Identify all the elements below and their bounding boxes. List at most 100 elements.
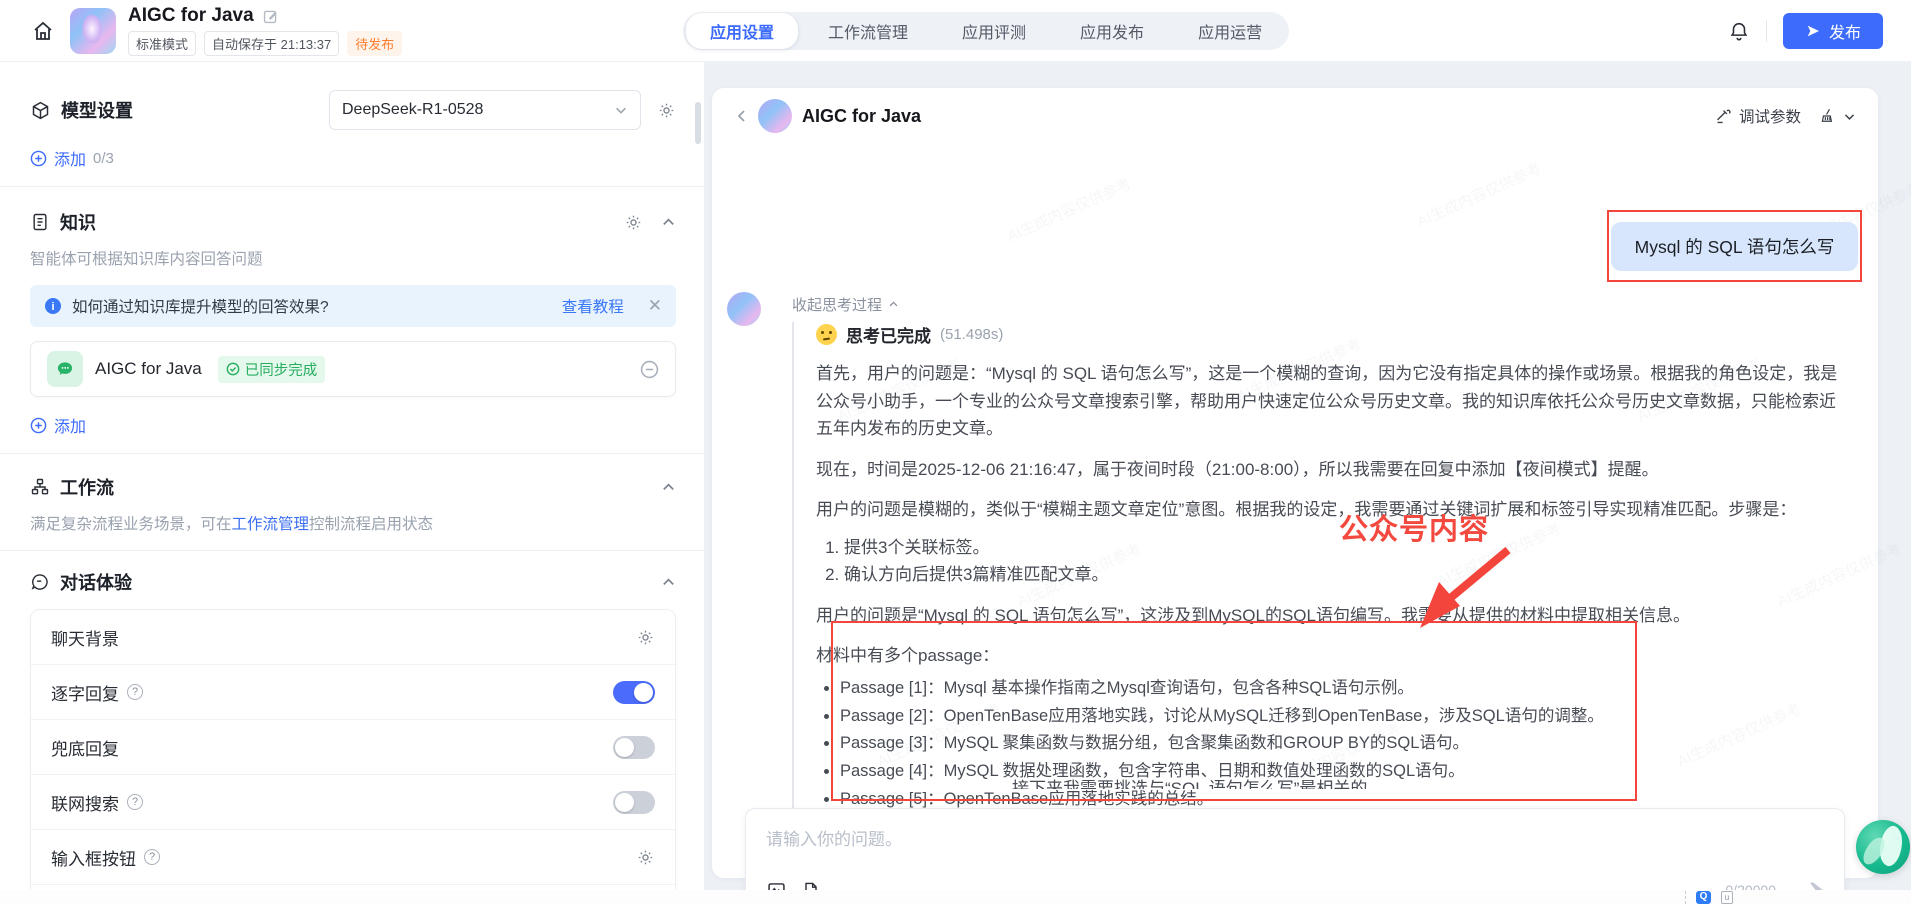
workflow-orgchart-icon xyxy=(30,477,50,497)
chat-experience-collapse-icon[interactable] xyxy=(661,575,676,590)
workflow-subtitle: 满足复杂流程业务场景，可在工作流管理控制流程启用状态 xyxy=(30,516,434,533)
fallback-reply-toggle[interactable] xyxy=(613,735,655,759)
chat-experience-card: 聊天背景 逐字回复? 兜底回复 联网搜索? 输入框按钮? 同义词 xyxy=(30,609,676,905)
user-message-bubble: Mysql 的 SQL 语句怎么写 xyxy=(1610,221,1859,271)
plus-circle-icon xyxy=(30,417,47,434)
row-chat-background[interactable]: 聊天背景 xyxy=(31,610,675,665)
clear-chat-button[interactable] xyxy=(1819,107,1856,125)
sidebar-scrollbar[interactable] xyxy=(695,102,701,144)
main-nav-tabs: 应用设置 工作流管理 应用评测 应用发布 应用运营 xyxy=(683,12,1290,50)
header-divider xyxy=(1765,20,1767,42)
app-title: AIGC for Java xyxy=(128,5,254,26)
model-cube-icon xyxy=(30,100,51,121)
tab-workflow-management[interactable]: 工作流管理 xyxy=(804,13,932,49)
model-settings-title: 模型设置 xyxy=(61,101,133,121)
thinking-duration: (51.498s) xyxy=(940,326,1004,343)
chevron-up-icon xyxy=(888,299,899,310)
thinking-paragraph: 现在，时间是2025-12-06 21:16:47，属于夜间时段（21:00-8… xyxy=(816,459,1659,479)
collapse-panel-icon[interactable] xyxy=(734,108,750,124)
model-gear-icon[interactable] xyxy=(657,101,676,120)
settings-sidebar: 模型设置 DeepSeek-R1-0528 添加 0/3 知识 智能体可根据知识… xyxy=(0,62,704,905)
chat-experience-title: 对话体验 xyxy=(60,573,132,593)
tab-app-operation[interactable]: 应用运营 xyxy=(1174,13,1286,49)
model-select[interactable]: DeepSeek-R1-0528 xyxy=(329,90,641,130)
knowledge-collapse-icon[interactable] xyxy=(661,215,676,230)
row-web-search: 联网搜索? xyxy=(31,775,675,830)
workflow-management-link[interactable]: 工作流管理 xyxy=(232,516,310,533)
typewriter-reply-toggle[interactable] xyxy=(613,680,655,704)
notification-bell-icon[interactable] xyxy=(1728,20,1750,42)
clipped-text-line: 接下来我需要挑选与“SQL 语句怎么写”最相关的passage。 xyxy=(1012,779,1368,789)
row-input-buttons[interactable]: 输入框按钮? xyxy=(31,830,675,885)
divider xyxy=(0,186,704,187)
model-add-count: 0/3 xyxy=(93,149,114,167)
gear-icon[interactable] xyxy=(636,628,655,647)
taskbar-strip: Q u xyxy=(0,890,1911,905)
plus-circle-icon xyxy=(30,150,47,167)
chevron-down-icon xyxy=(1843,110,1856,123)
taskbar-divider xyxy=(1685,891,1686,904)
passage-item: Passage [1]：Mysql 基本操作指南之Mysql查询语句，包含各种S… xyxy=(840,676,1852,702)
row-typewriter-reply: 逐字回复? xyxy=(31,665,675,720)
knowledge-doc-icon xyxy=(30,212,50,232)
thinking-paragraph: 用户的问题是模糊的，类似于“模糊主题文章定位”意图。根据我的设定，我需要通过关键… xyxy=(816,500,1797,520)
edit-title-icon[interactable] xyxy=(262,8,279,25)
collapse-thinking-button[interactable]: 收起思考过程 xyxy=(792,294,899,315)
knowledge-tip-text: 如何通过知识库提升模型的回答效果? xyxy=(72,299,329,316)
model-add-button[interactable]: 添加 0/3 xyxy=(30,146,114,170)
chat-app-avatar xyxy=(758,99,792,133)
knowledge-item-name: AIGC for Java xyxy=(95,359,202,378)
knowledge-item-card[interactable]: AIGC for Java 已同步完成 xyxy=(30,341,676,397)
remove-knowledge-button[interactable] xyxy=(640,360,659,379)
tab-app-publish[interactable]: 应用发布 xyxy=(1056,13,1168,49)
divider xyxy=(0,453,704,454)
thinking-emoji-icon xyxy=(816,324,837,345)
chevron-down-icon xyxy=(614,103,628,117)
chat-preview-panel: AIGC for Java 调试参数 AI生成内容仅供参考 AI生成内容仅供参考… xyxy=(712,88,1911,905)
help-icon[interactable]: ? xyxy=(127,794,143,810)
chat-message-area: AI生成内容仅供参考 AI生成内容仅供参考 AI生成内容仅供参考 AI生成内容仅… xyxy=(712,144,1911,905)
knowledge-gear-icon[interactable] xyxy=(624,213,643,232)
thinking-process-block: 思考已完成 (51.498s) 首先，用户的问题是：“Mysql 的 SQL 语… xyxy=(792,322,1852,841)
passage-item: Passage [2]：OpenTenBase应用落地实践，讨论从MySQL迁移… xyxy=(840,704,1852,730)
watermark: AI生成内容仅供参考 xyxy=(1414,160,1545,231)
gear-icon[interactable] xyxy=(636,848,655,867)
workflow-collapse-icon[interactable] xyxy=(661,480,676,495)
publish-status-badge: 待发布 xyxy=(347,31,403,56)
message-input[interactable] xyxy=(766,825,1824,865)
row-fallback-reply: 兜底回复 xyxy=(31,720,675,775)
help-icon[interactable]: ? xyxy=(127,684,143,700)
annotation-box-user-message: Mysql 的 SQL 语句怎么写 xyxy=(1607,210,1862,282)
home-button[interactable] xyxy=(28,16,58,46)
q-app-icon[interactable]: Q xyxy=(1696,891,1711,904)
top-header: AIGC for Java 标准模式 自动保存于 21:13:37 待发布 应用… xyxy=(0,0,1911,62)
tab-app-settings[interactable]: 应用设置 xyxy=(686,13,799,49)
knowledge-tip-banner: i 如何通过知识库提升模型的回答效果? 查看教程 ✕ xyxy=(30,285,676,327)
thinking-paragraph: 用户的问题是“Mysql 的 SQL 语句怎么写”，这涉及到MySQL的SQL语… xyxy=(816,605,1690,625)
assistant-avatar xyxy=(727,292,761,326)
knowledge-title: 知识 xyxy=(60,213,96,233)
wechat-article-icon xyxy=(47,351,83,387)
web-search-toggle[interactable] xyxy=(613,790,655,814)
debug-params-button[interactable]: 调试参数 xyxy=(1715,105,1801,127)
knowledge-subtitle: 智能体可根据知识库内容回答问题 xyxy=(30,251,263,268)
thinking-status: 思考已完成 xyxy=(846,327,931,346)
close-icon[interactable]: ✕ xyxy=(648,296,662,316)
divider xyxy=(0,550,704,551)
assistant-float-logo[interactable] xyxy=(1856,820,1910,874)
mode-chip: 标准模式 xyxy=(128,31,197,56)
tune-icon xyxy=(1715,108,1732,125)
passages-intro: 材料中有多个passage： xyxy=(816,646,1000,666)
taskbar-mini-icon[interactable]: u xyxy=(1721,891,1733,904)
broom-icon xyxy=(1819,107,1837,125)
chat-experience-icon xyxy=(30,572,50,592)
home-icon xyxy=(31,19,55,43)
tab-app-evaluation[interactable]: 应用评测 xyxy=(938,13,1050,49)
info-icon: i xyxy=(44,297,62,315)
publish-button[interactable]: 发布 xyxy=(1782,13,1883,49)
help-icon[interactable]: ? xyxy=(144,849,160,865)
knowledge-add-button[interactable]: 添加 xyxy=(30,413,86,437)
red-annotation-arrow xyxy=(1420,546,1511,628)
view-tutorial-link[interactable]: 查看教程 xyxy=(562,295,624,317)
passage-item: Passage [3]：MySQL 聚集函数与数据分组，包含聚集函数和GROUP… xyxy=(840,731,1852,757)
